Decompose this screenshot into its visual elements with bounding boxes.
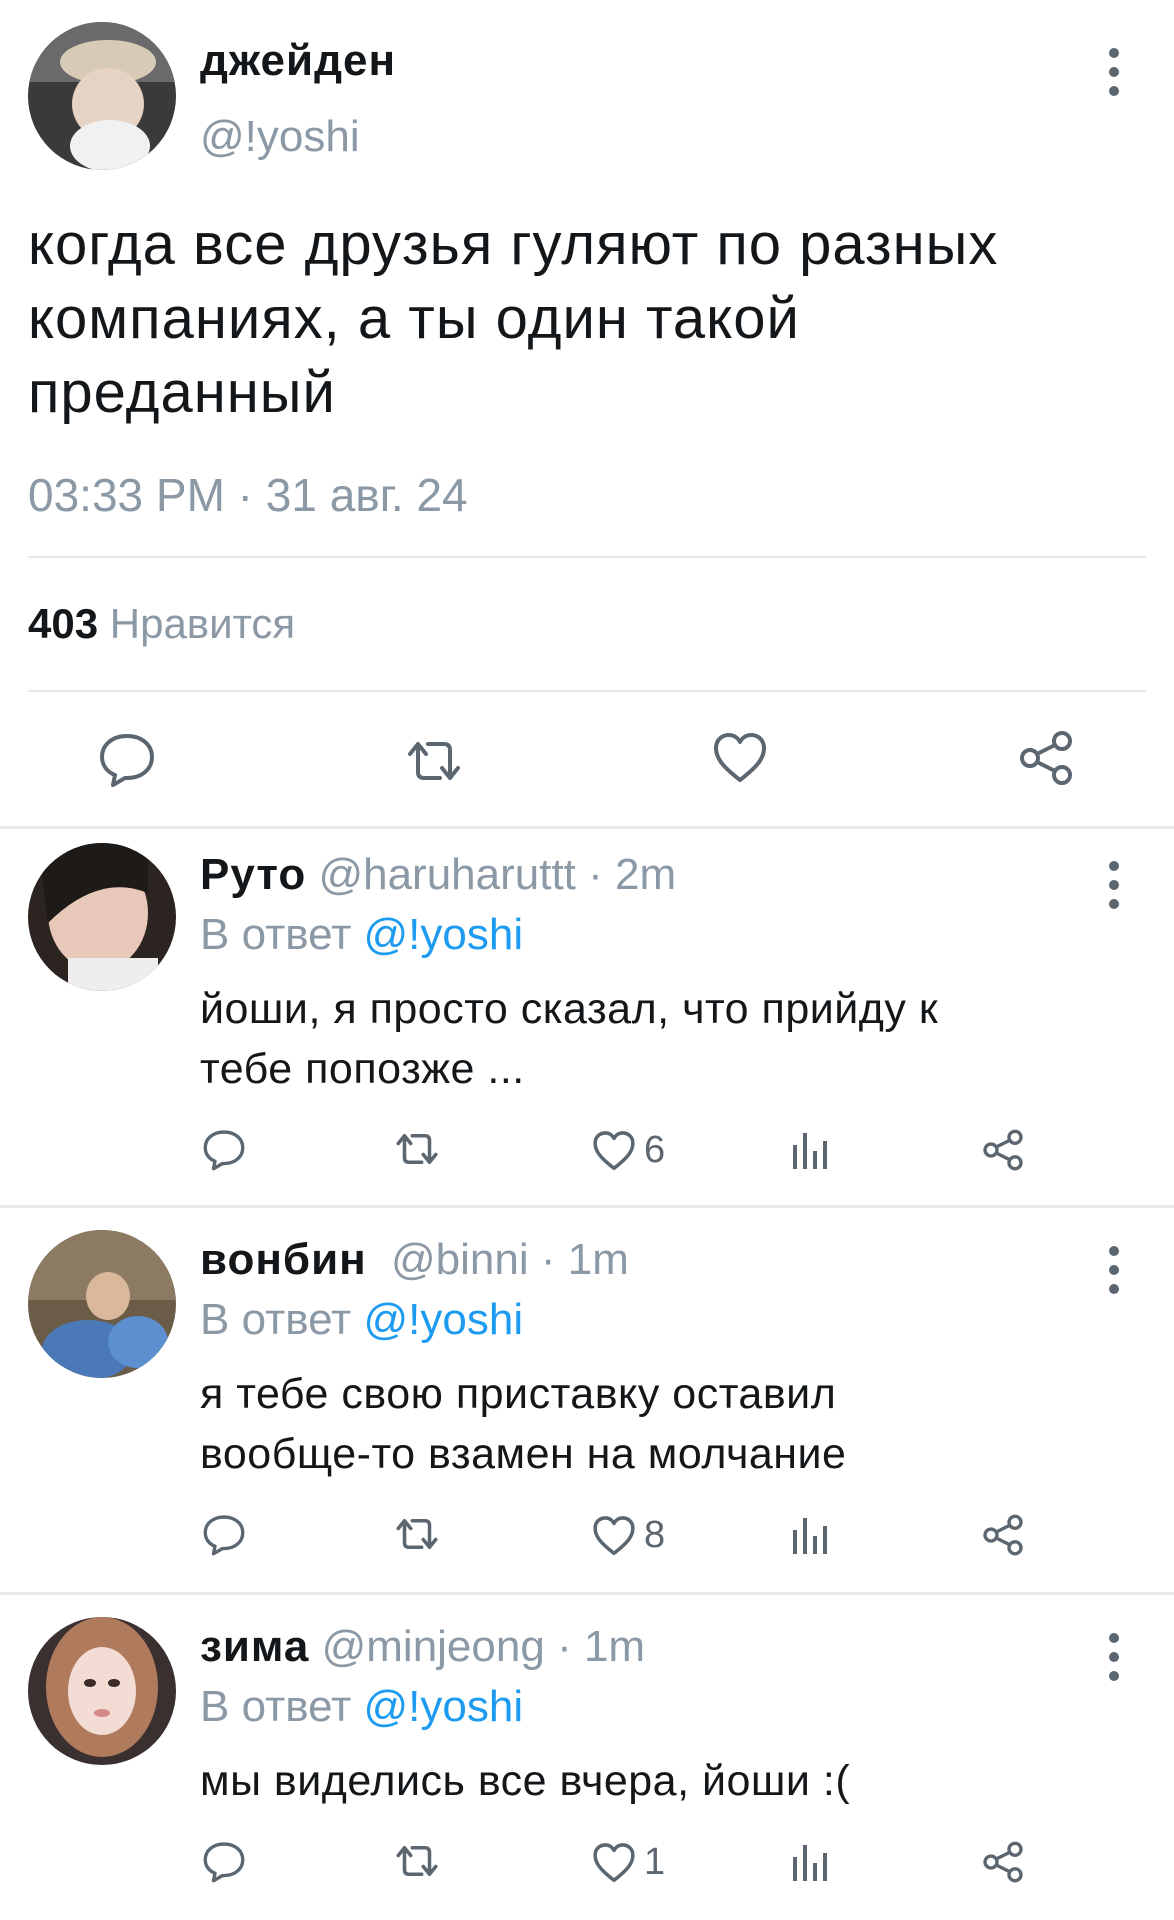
retweet-icon[interactable] — [402, 736, 466, 791]
avatar[interactable] — [28, 1617, 176, 1765]
reply-header: вонбин @binni · 1m — [200, 1234, 629, 1286]
reply-time: · 2m — [588, 850, 677, 899]
reply-text: мы виделись все вчера, йоши :( — [200, 1751, 850, 1811]
tweet-timestamp[interactable]: 03:33 PM · 31 авг. 24 — [28, 468, 468, 522]
views-icon[interactable] — [792, 1129, 828, 1169]
reply-icon[interactable] — [98, 732, 156, 793]
reply-to-line: В ответ @!yoshi — [200, 1294, 523, 1346]
reply-actions: 8 — [0, 1514, 1174, 1574]
reply-text-line: йоши, я просто сказал, что прийду к — [200, 985, 939, 1033]
retweet-icon[interactable] — [392, 1129, 442, 1169]
reply-text-line: вообще-то взамен на молчание — [200, 1430, 847, 1478]
more-vertical-icon[interactable] — [1108, 861, 1120, 909]
reply-item[interactable]: Руто @haruharuttt · 2m В ответ @!yoshi й… — [0, 829, 1174, 1205]
author-handle[interactable]: @!yoshi — [200, 112, 360, 162]
tweet-text-line: компаниях, а ты один такой — [28, 286, 800, 351]
views-icon[interactable] — [792, 1514, 828, 1554]
divider — [28, 690, 1146, 692]
reply-author-name[interactable]: зима — [200, 1622, 309, 1671]
retweet-icon[interactable] — [392, 1841, 442, 1881]
like-count: 6 — [644, 1129, 666, 1171]
retweet-icon[interactable] — [392, 1514, 442, 1554]
share-icon[interactable] — [1018, 730, 1074, 791]
tweet-text-line: когда все друзья гуляют по разных — [28, 212, 999, 277]
heart-icon — [593, 1515, 635, 1555]
heart-icon[interactable] — [712, 732, 768, 789]
reply-item[interactable]: зима @minjeong · 1m В ответ @!yoshi мы в… — [0, 1595, 1174, 1920]
reply-prefix: В ответ — [200, 1295, 352, 1344]
share-icon[interactable] — [982, 1514, 1024, 1556]
reply-icon[interactable] — [202, 1129, 246, 1171]
reply-time: · 1m — [540, 1235, 629, 1284]
like-count: 8 — [644, 1514, 666, 1556]
reply-header: Руто @haruharuttt · 2m — [200, 849, 676, 901]
reply-to-mention[interactable]: @!yoshi — [364, 1682, 524, 1731]
likes-count: 403 — [28, 600, 99, 647]
reply-text-line: тебе попозже ... — [200, 1045, 525, 1093]
views-icon[interactable] — [792, 1841, 828, 1881]
share-icon[interactable] — [982, 1841, 1024, 1883]
reply-prefix: В ответ — [200, 1682, 352, 1731]
reply-author-name[interactable]: вонбин — [200, 1235, 367, 1284]
author-name[interactable]: джейден — [200, 36, 396, 86]
reply-author-name[interactable]: Руто — [200, 850, 306, 899]
more-vertical-icon[interactable] — [1108, 1246, 1120, 1294]
heart-icon — [593, 1130, 635, 1170]
reply-icon[interactable] — [202, 1841, 246, 1883]
reply-to-mention[interactable]: @!yoshi — [364, 910, 524, 959]
tweet-text-line: преданный — [28, 360, 336, 425]
divider — [28, 556, 1146, 558]
reply-time: · 1m — [557, 1622, 646, 1671]
reply-author-handle[interactable]: @haruharuttt — [318, 850, 575, 899]
reply-text-line: мы виделись все вчера, йоши :( — [200, 1757, 851, 1805]
reply-author-handle[interactable]: @binni — [391, 1235, 529, 1284]
reply-to-line: В ответ @!yoshi — [200, 909, 523, 961]
reply-actions: 1 — [0, 1841, 1174, 1901]
likes-stat[interactable]: 403 Нравится — [28, 600, 295, 648]
reply-text: йоши, я просто сказал, что прийду к тебе… — [200, 979, 938, 1099]
reply-prefix: В ответ — [200, 910, 352, 959]
tweet-text: когда все друзья гуляют по разных компан… — [28, 208, 998, 430]
more-vertical-icon[interactable] — [1108, 48, 1120, 96]
reply-item[interactable]: вонбин @binni · 1m В ответ @!yoshi я теб… — [0, 1208, 1174, 1592]
likes-label: Нравится — [109, 600, 296, 647]
reply-text-line: я тебе свою приставку оставил — [200, 1370, 837, 1418]
avatar[interactable] — [28, 843, 176, 991]
heart-icon — [593, 1842, 635, 1882]
reply-author-handle[interactable]: @minjeong — [322, 1622, 545, 1671]
reply-icon[interactable] — [202, 1514, 246, 1556]
reply-to-line: В ответ @!yoshi — [200, 1681, 523, 1733]
reply-header: зима @minjeong · 1m — [200, 1621, 645, 1673]
more-vertical-icon[interactable] — [1108, 1633, 1120, 1681]
reply-actions: 6 — [0, 1129, 1174, 1189]
reply-to-mention[interactable]: @!yoshi — [364, 1295, 524, 1344]
avatar[interactable] — [28, 1230, 176, 1378]
reply-text: я тебе свою приставку оставил вообще-то … — [200, 1364, 846, 1484]
author-avatar[interactable] — [28, 22, 176, 170]
like-button[interactable]: 8 — [592, 1514, 665, 1557]
like-count: 1 — [644, 1841, 666, 1883]
share-icon[interactable] — [982, 1129, 1024, 1171]
like-button[interactable]: 1 — [592, 1841, 665, 1884]
like-button[interactable]: 6 — [592, 1129, 665, 1172]
